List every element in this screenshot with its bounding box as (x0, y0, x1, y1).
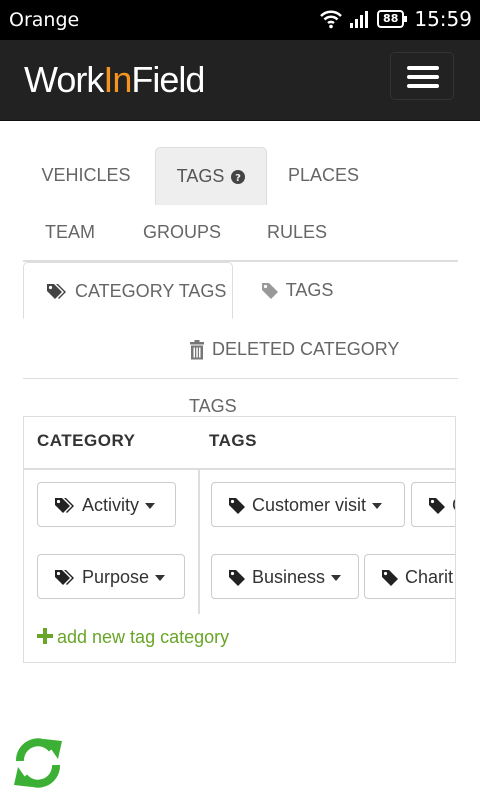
signal-icon (350, 11, 369, 28)
category-dropdown-activity[interactable]: Activity (37, 482, 176, 527)
subtab-deleted-category-tags[interactable]: DELETED CATEGORY TAGS (189, 321, 439, 416)
tab-groups[interactable]: GROUPS (130, 204, 234, 261)
header-divider (24, 468, 455, 470)
clock: 15:59 (414, 7, 472, 31)
carrier-name: Orange (9, 9, 80, 31)
navbar: WorkInField (0, 40, 480, 121)
refresh-button[interactable] (10, 735, 66, 796)
brand-prefix: Work (24, 59, 104, 100)
status-bar: Orange 88 15:59 (0, 0, 480, 40)
chevron-down-icon (155, 575, 166, 582)
refresh-icon (14, 738, 62, 788)
tag-dropdown-business[interactable]: Business (211, 554, 359, 599)
tag-label: C (452, 495, 455, 515)
menu-toggle-button[interactable] (390, 52, 454, 100)
chevron-down-icon (331, 575, 342, 582)
tab-places-label: PLACES (287, 165, 360, 185)
tag-icon (429, 498, 445, 515)
tab-tags-label: TAGS (176, 166, 225, 186)
tab-vehicles[interactable]: VEHICLES (23, 147, 149, 204)
battery-icon: 88 (377, 10, 408, 28)
status-icons: 88 15:59 (319, 7, 472, 31)
brand-accent: In (103, 59, 132, 100)
question-circle-icon: ? (231, 170, 246, 185)
subtab-category-tags-label: CATEGORY TAGS (75, 281, 227, 301)
subtab-tags[interactable]: TAGS (261, 262, 341, 319)
tab-team-label: TEAM (44, 222, 95, 242)
plus-icon (37, 628, 53, 644)
tag-label: Business (252, 567, 326, 587)
add-tag-category-label: add new tag category (57, 627, 230, 647)
tag-icon (229, 570, 245, 587)
tag-dropdown-truncated[interactable]: C (411, 482, 455, 527)
category-label: Purpose (82, 567, 150, 587)
tab-vehicles-label: VEHICLES (41, 165, 131, 185)
subtab-category-tags[interactable]: CATEGORY TAGS (23, 262, 233, 319)
chevron-down-icon (372, 503, 383, 510)
tag-icon (229, 498, 245, 515)
chevron-down-icon (145, 503, 156, 510)
tab-rules-label: RULES (266, 222, 328, 242)
category-tags-panel: CATEGORY TAGS Activity Customer visit C … (23, 416, 456, 663)
column-divider (198, 470, 200, 614)
wifi-icon (320, 10, 342, 29)
tab-rules[interactable]: RULES (255, 204, 339, 261)
tag-icon (262, 283, 278, 300)
subtab-tags-label: TAGS (285, 280, 334, 300)
category-dropdown-purpose[interactable]: Purpose (37, 554, 185, 599)
svg-text:?: ? (235, 173, 241, 184)
tag-label: Charit (405, 567, 454, 587)
tab-team[interactable]: TEAM (23, 204, 117, 261)
subtabs-divider (23, 378, 458, 379)
tab-places[interactable]: PLACES (275, 147, 372, 204)
tag-dropdown-customer-visit[interactable]: Customer visit (211, 482, 405, 527)
brand-suffix: Field (131, 59, 205, 100)
tags-icon (55, 570, 74, 586)
tag-dropdown-charity[interactable]: Charit (364, 554, 455, 599)
tag-icon (382, 570, 398, 587)
add-tag-category-link[interactable]: add new tag category (37, 627, 229, 648)
tab-tags[interactable]: TAGS ? (155, 147, 267, 205)
tag-label: Customer visit (252, 495, 367, 515)
category-label: Activity (82, 495, 140, 515)
tags-icon (55, 498, 74, 514)
column-header-category: CATEGORY (37, 431, 136, 450)
trash-icon (190, 340, 204, 360)
column-header-tags: TAGS (209, 431, 257, 450)
brand-logo[interactable]: WorkInField (24, 59, 205, 101)
tags-icon (47, 284, 66, 300)
tab-groups-label: GROUPS (142, 222, 221, 242)
